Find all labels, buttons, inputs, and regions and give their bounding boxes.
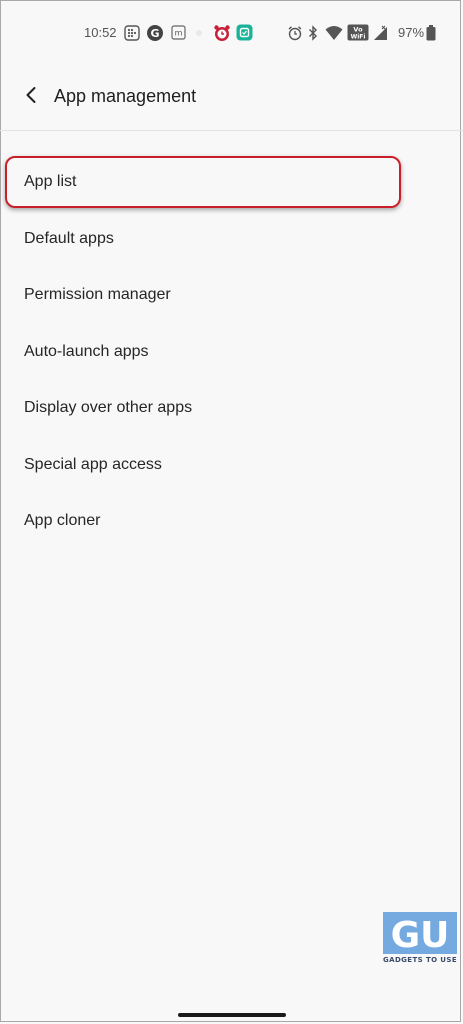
dot-icon [194, 24, 204, 41]
navigation-handle[interactable] [178, 1013, 286, 1017]
signal-icon [372, 24, 390, 41]
status-bar: 10:52 G m Vo WiFi 97% [0, 0, 463, 66]
page-title: App management [54, 86, 197, 106]
menu-item-display-over-other-apps[interactable]: Display over other apps [0, 380, 463, 437]
svg-text:Vo: Vo [353, 26, 363, 34]
menu-item-permission-manager[interactable]: Permission manager [0, 267, 463, 324]
menu-item-auto-launch-apps[interactable]: Auto-launch apps [0, 324, 463, 381]
back-arrow-icon [26, 87, 36, 103]
m-app-icon: m [170, 24, 186, 41]
svg-text:m: m [174, 29, 182, 38]
wifi-icon [324, 24, 344, 41]
watermark-text: GADGETS TO USE [382, 956, 458, 964]
green-app-icon [235, 24, 253, 41]
svg-text:G: G [150, 27, 159, 40]
google-icon: G [146, 24, 164, 41]
svg-text:GU: GU [391, 915, 450, 954]
alarm-app-icon [212, 24, 232, 41]
grid-app-icon [123, 24, 141, 41]
watermark: GU GADGETS TO USE [381, 912, 459, 968]
menu-item-default-apps[interactable]: Default apps [0, 211, 463, 268]
battery-percent: 97% [398, 25, 425, 40]
settings-menu: App list Default apps Permission manager… [0, 154, 463, 550]
alarm-icon [286, 24, 304, 41]
bluetooth-icon [306, 24, 320, 41]
menu-item-app-cloner[interactable]: App cloner [0, 493, 463, 550]
menu-item-special-app-access[interactable]: Special app access [0, 437, 463, 494]
vowifi-icon: Vo WiFi [347, 24, 369, 41]
svg-text:WiFi: WiFi [351, 34, 366, 41]
highlight-box [5, 156, 401, 208]
app-bar: App management [0, 66, 463, 131]
back-button[interactable] [16, 80, 46, 110]
battery-icon [425, 24, 437, 41]
watermark-logo: GU [383, 912, 457, 954]
status-time: 10:52 [84, 25, 117, 40]
